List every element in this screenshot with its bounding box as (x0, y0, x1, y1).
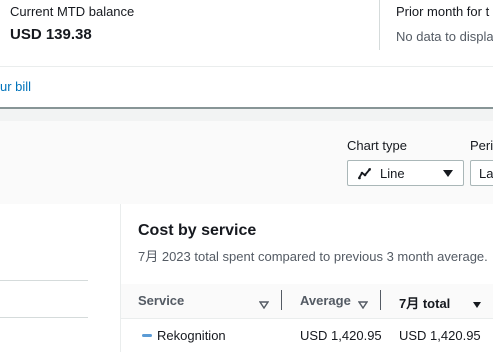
left-pane-row-divider-2 (0, 317, 88, 318)
period-label: Peri (470, 138, 493, 153)
column-header-average[interactable]: Average (300, 293, 351, 308)
left-pane (0, 204, 120, 352)
chart-type-value: Line (380, 165, 405, 181)
current-mtd-label: Current MTD balance (10, 4, 135, 19)
period-value: La (479, 165, 493, 181)
chevron-down-icon (443, 169, 453, 177)
summary-divider (379, 0, 380, 50)
view-bill-link[interactable]: ur bill (0, 79, 31, 94)
prior-month-value: No data to displa (396, 29, 493, 44)
prior-month-label: Prior month for t (396, 4, 490, 19)
column-header-service[interactable]: Service (138, 293, 184, 308)
series-color-swatch (142, 334, 152, 337)
sort-total-icon[interactable] (472, 296, 482, 314)
column-resizer-1[interactable] (281, 290, 282, 310)
row-average-value: USD 1,420.95 (300, 328, 382, 343)
chart-type-label: Chart type (347, 138, 407, 153)
column-resizer-2[interactable] (380, 290, 381, 310)
line-chart-icon (358, 167, 371, 180)
row-total-value: USD 1,420.95 (399, 328, 481, 343)
chart-type-select[interactable]: Line (347, 160, 464, 186)
column-header-total[interactable]: 7月 total (399, 293, 450, 312)
section-gap (0, 109, 493, 121)
cost-by-service-subtitle: 7月 2023 total spent compared to previous… (138, 249, 488, 264)
sort-service-icon[interactable] (258, 296, 270, 314)
summary-bottom-border (0, 66, 493, 67)
period-select[interactable]: La (470, 160, 493, 186)
cost-by-service-title: Cost by service (138, 222, 257, 239)
row-service-name: Rekognition (157, 328, 226, 343)
current-mtd-value: USD 139.38 (10, 26, 92, 43)
sort-average-icon[interactable] (357, 296, 369, 314)
left-pane-row-divider-1 (0, 280, 88, 281)
